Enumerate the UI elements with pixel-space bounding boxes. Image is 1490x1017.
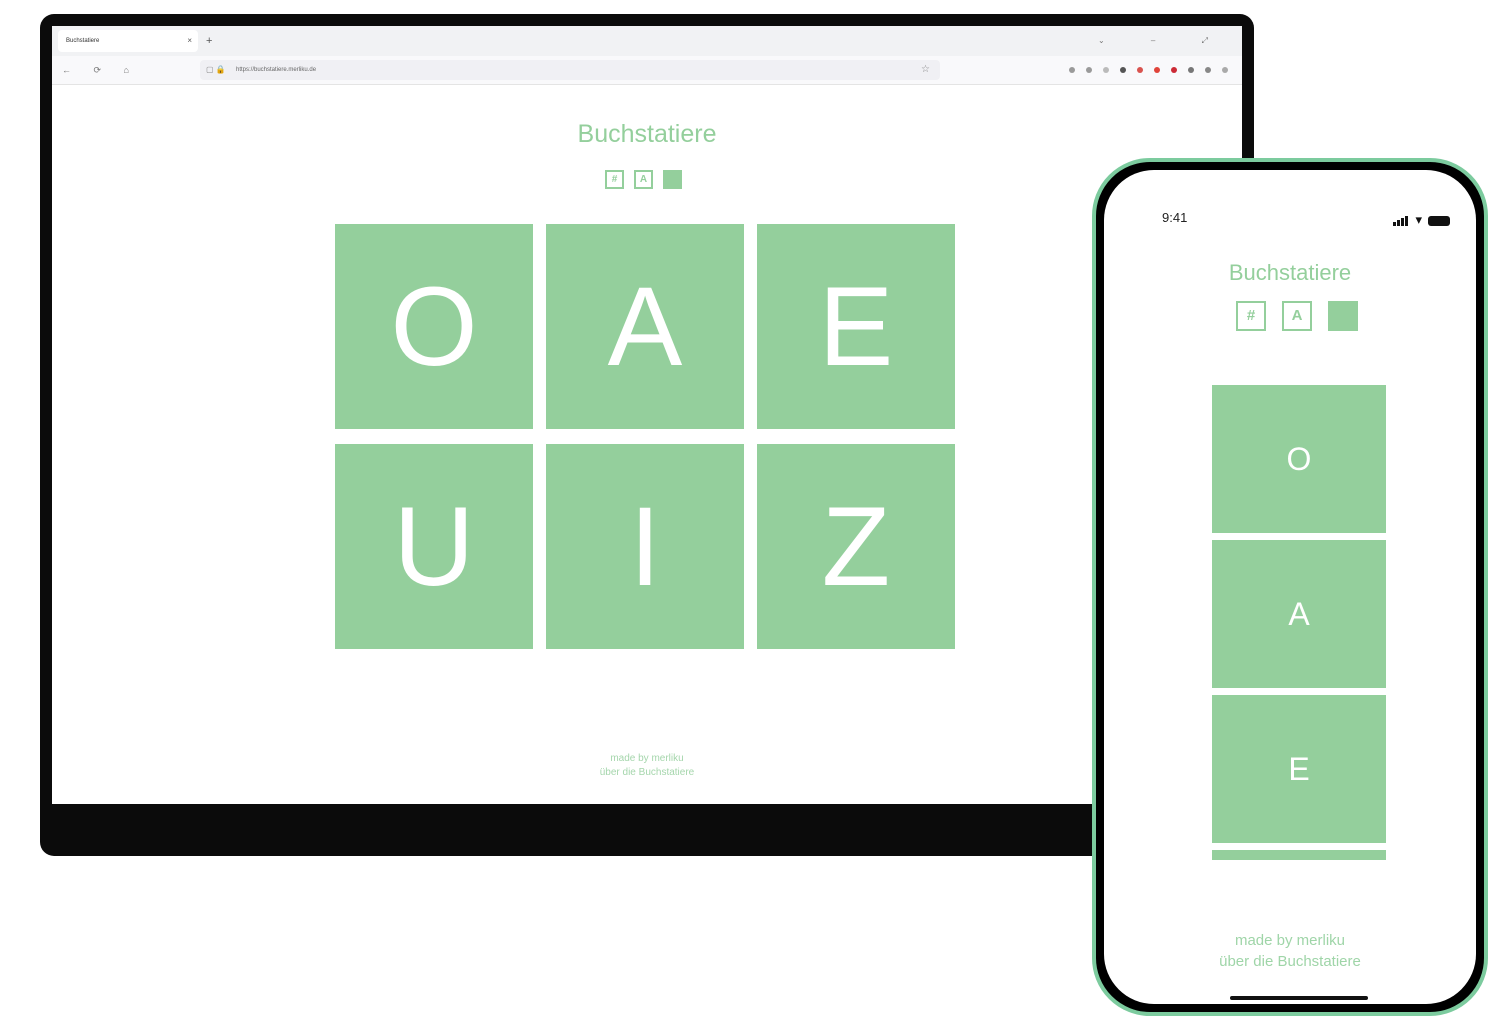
home-indicator bbox=[1230, 996, 1368, 1000]
wifi-icon: ▾ bbox=[1415, 212, 1422, 227]
status-icons: ▾ bbox=[1393, 208, 1450, 226]
footer-credit-link[interactable]: made by merliku bbox=[52, 752, 1242, 766]
mode-switcher: # A bbox=[605, 170, 682, 189]
extension-icon[interactable] bbox=[1137, 67, 1143, 73]
bookmark-star-icon[interactable]: ☆ bbox=[921, 60, 930, 80]
footer: made by merliku über die Buchstatiere bbox=[1104, 930, 1476, 972]
address-bar[interactable]: ▢ 🔒 https://buchstatiere.merliku.de ☆ bbox=[200, 60, 940, 80]
lock-icon: ▢ 🔒 bbox=[206, 65, 226, 74]
navigation-buttons[interactable]: ← ⟳ ⌂ bbox=[62, 56, 139, 84]
browser-toolbar: ← ⟳ ⌂ ▢ 🔒 https://buchstatiere.merliku.d… bbox=[52, 56, 1242, 85]
extension-icon[interactable] bbox=[1086, 67, 1092, 73]
phone-screen: 9:41 ▾ Buchstatiere # A O A E made by me… bbox=[1104, 170, 1476, 1004]
new-tab-button[interactable]: + bbox=[206, 30, 212, 52]
mode-letter-button[interactable]: A bbox=[634, 170, 653, 189]
phone-frame: 9:41 ▾ Buchstatiere # A O A E made by me… bbox=[1092, 158, 1488, 1016]
signal-icon bbox=[1393, 208, 1409, 226]
mode-number-button[interactable]: # bbox=[605, 170, 624, 189]
status-time: 9:41 bbox=[1162, 210, 1188, 225]
battery-icon bbox=[1428, 216, 1450, 226]
extension-icons bbox=[1069, 56, 1228, 84]
footer-credit-link[interactable]: made by merliku bbox=[1104, 930, 1476, 951]
extension-icon[interactable] bbox=[1171, 67, 1177, 73]
mode-number-button[interactable]: # bbox=[1236, 301, 1266, 331]
mode-color-button[interactable] bbox=[663, 170, 682, 189]
mode-switcher: # A bbox=[1236, 301, 1358, 331]
laptop-screen: Buchstatiere × + ⌄ – ⤢ ← ⟳ ⌂ ▢ 🔒 https:/… bbox=[52, 26, 1242, 804]
footer-about-link[interactable]: über die Buchstatiere bbox=[1104, 951, 1476, 972]
letter-card[interactable]: E bbox=[757, 224, 955, 429]
letter-card[interactable]: I bbox=[546, 444, 744, 649]
window-controls[interactable]: ⌄ – ⤢ bbox=[1098, 30, 1230, 52]
letter-card[interactable]: O bbox=[335, 224, 533, 429]
extension-icon[interactable] bbox=[1120, 67, 1126, 73]
letter-card[interactable]: A bbox=[1212, 540, 1386, 688]
extension-icon[interactable] bbox=[1069, 67, 1075, 73]
letter-card-partial[interactable] bbox=[1212, 850, 1386, 860]
extension-icon[interactable] bbox=[1154, 67, 1160, 73]
extension-icon[interactable] bbox=[1188, 67, 1194, 73]
letter-card[interactable]: U bbox=[335, 444, 533, 649]
mode-color-button[interactable] bbox=[1328, 301, 1358, 331]
letter-card[interactable]: O bbox=[1212, 385, 1386, 533]
web-app-page: Buchstatiere # A O A E U I Z made by mer… bbox=[52, 84, 1242, 804]
mode-letter-button[interactable]: A bbox=[1282, 301, 1312, 331]
browser-tabstrip: Buchstatiere × + ⌄ – ⤢ bbox=[52, 26, 1242, 56]
letter-card[interactable]: Z bbox=[757, 444, 955, 649]
footer-about-link[interactable]: über die Buchstatiere bbox=[52, 766, 1242, 780]
browser-tab-title: Buchstatiere bbox=[66, 38, 100, 44]
app-title: Buchstatiere bbox=[577, 120, 717, 148]
extension-icon[interactable] bbox=[1222, 67, 1228, 73]
app-title: Buchstatiere bbox=[1228, 260, 1352, 285]
extension-icon[interactable] bbox=[1205, 67, 1211, 73]
footer: made by merliku über die Buchstatiere bbox=[52, 752, 1242, 780]
close-tab-icon[interactable]: × bbox=[187, 30, 192, 52]
url-text[interactable]: https://buchstatiere.merliku.de bbox=[236, 60, 316, 80]
letter-card[interactable]: E bbox=[1212, 695, 1386, 843]
extension-icon[interactable] bbox=[1103, 67, 1109, 73]
letter-card[interactable]: A bbox=[546, 224, 744, 429]
browser-tab[interactable]: Buchstatiere × bbox=[58, 30, 198, 52]
laptop-frame: Buchstatiere × + ⌄ – ⤢ ← ⟳ ⌂ ▢ 🔒 https:/… bbox=[40, 14, 1254, 856]
